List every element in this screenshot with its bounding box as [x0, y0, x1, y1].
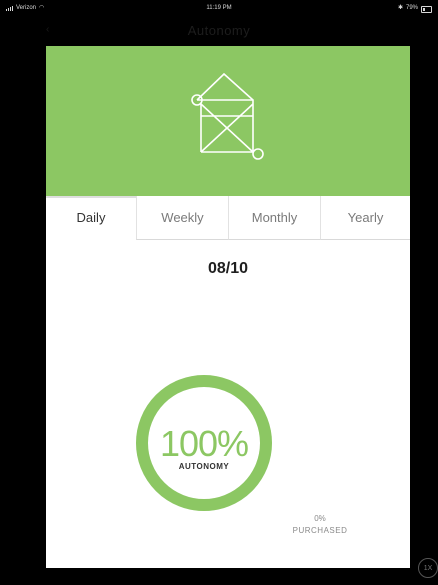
autonomy-card: Daily Weekly Monthly Yearly 08/10 100% A…	[46, 46, 410, 568]
battery-status: ✱ 79%	[398, 0, 432, 16]
battery-percent: 79%	[405, 5, 418, 11]
purchased-label: PURCHASED	[292, 526, 348, 535]
battery-icon	[421, 5, 432, 13]
tab-yearly[interactable]: Yearly	[320, 196, 410, 240]
nav-bar: ‹ Autonomy	[0, 16, 438, 46]
purchased-value: 0%	[314, 514, 326, 523]
bluetooth-icon: ✱	[397, 5, 403, 11]
hero-banner	[46, 46, 410, 196]
speed-button[interactable]: 1X	[418, 558, 438, 578]
autonomy-label: AUTONOMY	[178, 462, 230, 471]
house-network-icon	[191, 72, 264, 160]
tab-daily[interactable]: Daily	[46, 196, 136, 240]
page-title: Autonomy	[187, 23, 251, 38]
autonomy-gauge: 100% AUTONOMY	[134, 373, 274, 513]
selected-date: 08/10	[207, 260, 249, 277]
period-tabs: Daily Weekly Monthly Yearly	[46, 196, 410, 240]
status-bar: Verizon ◠ 11:19 PM ✱ 79%	[0, 0, 438, 16]
tab-monthly[interactable]: Monthly	[228, 196, 320, 240]
tab-weekly[interactable]: Weekly	[136, 196, 228, 240]
status-time: 11:19 PM	[206, 5, 232, 11]
autonomy-percent: 100%	[159, 423, 249, 464]
purchased-stat: 0% PURCHASED	[275, 513, 365, 537]
